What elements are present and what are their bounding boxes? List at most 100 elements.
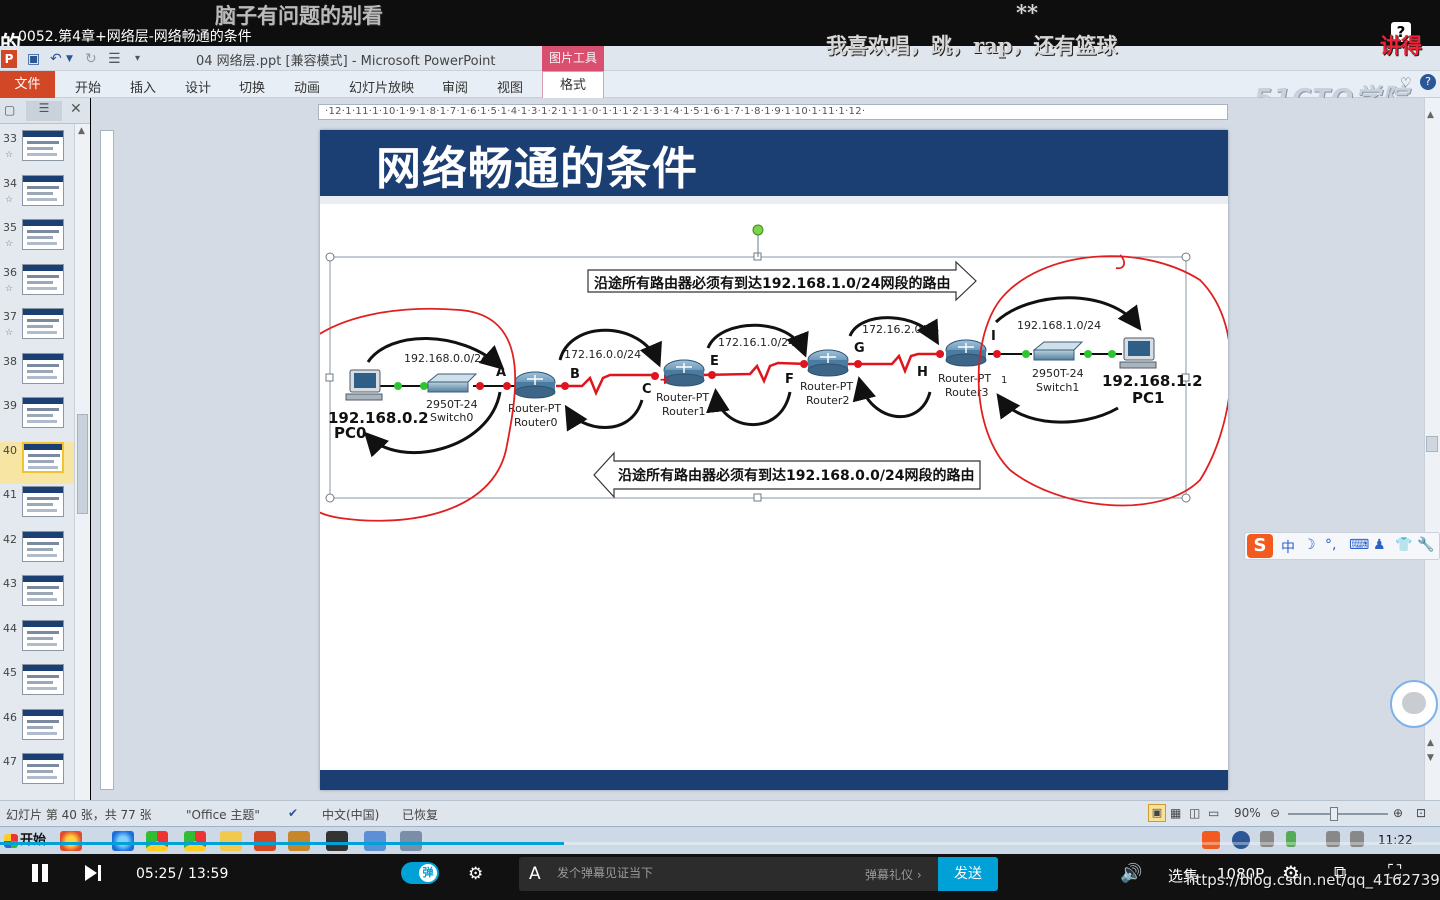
slide-thumbnail[interactable]: 45 [0,664,74,706]
help-tray-icon[interactable] [1232,831,1250,849]
tab-transitions[interactable]: 切换 [239,77,265,96]
scroll-up-icon[interactable]: ▲ [1427,110,1434,120]
customize-toolbar-icon[interactable]: ▾ [135,53,140,64]
danmaku-input[interactable] [557,866,847,880]
undo-icon[interactable]: ↶ [50,51,62,67]
port-dot [708,371,716,379]
slide-number: 38 [3,354,17,368]
slide-thumbnail[interactable]: 40 [0,441,74,484]
fit-window-icon[interactable]: ⊡ [1416,806,1426,820]
pc0-name: PC0 [334,424,366,442]
slide-thumbnail-panel: ▢ ☰ ✕ 33 ☆ 34 ☆ 35 ☆ 36 ☆ 37 ☆ 38 39 40 41 42 43 44 45 46 4… [0,98,90,800]
zoom-out-icon[interactable]: ⊖ [1270,806,1280,820]
start-button[interactable]: 开始 [2,830,52,852]
danmaku-etiquette-link[interactable]: 弹幕礼仪 › [865,866,922,883]
video-progress-bar[interactable] [0,842,1440,845]
network-diagram[interactable]: 沿途所有路由器必须有到达192.168.1.0/24网段的路由 沿途所有路由器必… [320,130,1228,770]
tab-format[interactable]: 格式 [542,71,604,98]
prev-slide-icon[interactable]: ▲ [1427,738,1434,748]
slide-thumbnail[interactable]: 38 [0,352,74,395]
redo-icon[interactable]: ↻ [85,51,97,67]
pause-button[interactable] [30,862,50,884]
slide-thumbnail[interactable]: 33 ☆ [0,130,74,172]
tab-slideshow[interactable]: 幻灯片放映 [349,77,414,96]
wrench-icon[interactable]: 🔧 [1417,537,1434,553]
tab-animations[interactable]: 动画 [294,77,320,96]
tab-review[interactable]: 审阅 [442,77,468,96]
next-slide-icon[interactable]: ▼ [1427,753,1434,763]
user-icon[interactable]: ♟ [1373,537,1386,553]
scrollbar-thumb[interactable] [1426,436,1438,452]
cursor-cross: + [659,372,671,388]
scroll-up-icon[interactable]: ▲ [78,126,85,136]
slide-thumbnail[interactable]: 46 [0,708,74,751]
slide-thumbnail[interactable]: 37 ☆ [0,308,74,350]
normal-view-icon[interactable]: ▣ [1148,804,1166,822]
chrome-icon[interactable] [146,831,168,851]
powerpoint-taskbar-icon[interactable] [254,831,276,851]
monitor-icon[interactable] [364,831,386,851]
ime-chinese-mode[interactable]: 中 [1281,537,1295,557]
chrome-icon[interactable] [184,831,206,851]
danmaku-style-icon[interactable]: A [529,864,541,884]
slide-thumbnail[interactable]: 44 [0,619,74,662]
ie-icon[interactable] [112,831,134,851]
punctuation-icon[interactable]: °, [1325,537,1336,553]
tab-home[interactable]: 开始 [75,77,101,96]
taskbar-app-icon[interactable] [288,831,310,851]
thumbnail-scrollbar[interactable]: ▲ [74,124,90,800]
theme-name[interactable]: "Office 主题" [186,806,260,823]
skin-icon[interactable]: 👕 [1395,537,1412,553]
slides-tab-icon[interactable]: ▢ [4,103,15,117]
keyboard-icon[interactable]: ⌨ [1349,537,1369,553]
network-tool-icon[interactable] [400,831,422,851]
language[interactable]: 中文(中国) [322,806,379,823]
save-icon[interactable]: ▣ [27,51,40,67]
slide-thumbnail-image [22,263,64,295]
slide-canvas[interactable]: 网络畅通的条件 沿途所有路由器必须有到达192.168.1.0/24网段的路由 … [320,130,1228,790]
sogou-tray-icon[interactable] [1202,831,1220,849]
zoom-slider-thumb[interactable] [1330,807,1338,821]
assistant-robot-icon[interactable] [1390,680,1438,728]
slide-thumbnail[interactable]: 39 [0,397,74,439]
slide-thumbnail[interactable]: 43 [0,575,74,617]
ribbon-minimize-icon[interactable]: ♡ [1400,76,1412,91]
volume-icon[interactable]: 🔊 [1120,863,1142,884]
reading-view-icon[interactable]: ◫ [1189,806,1200,820]
slideshow-view-icon[interactable]: ▭ [1208,806,1219,820]
slide-thumbnail[interactable]: 47 [0,753,74,795]
zoom-slider[interactable] [1288,807,1388,821]
undo-dropdown-icon[interactable]: ▼ [66,54,73,64]
tab-view[interactable]: 视图 [497,77,523,96]
moon-icon[interactable]: ☽ [1303,537,1316,553]
danmaku-toggle[interactable]: 弹 [401,862,439,884]
powerpoint-logo-icon: P [1,50,17,68]
tab-design[interactable]: 设计 [185,77,211,96]
spellcheck-icon[interactable]: ✔ [288,806,298,820]
tab-file[interactable]: 文件 [0,71,55,98]
slide-thumbnail[interactable]: 35 ☆ [0,219,74,261]
port-dot [1108,350,1116,358]
send-danmaku-button[interactable]: 发送 [938,857,998,891]
slide-thumbnail[interactable]: 42 [0,530,74,573]
help-button-icon[interactable]: ? [1420,74,1436,90]
zoom-in-icon[interactable]: ⊕ [1393,806,1403,820]
sorter-view-icon[interactable]: ▦ [1170,806,1181,820]
outline-tab-icon[interactable]: ☰ [26,101,62,121]
terminal-icon[interactable] [326,831,348,851]
close-panel-icon[interactable]: ✕ [70,101,82,117]
slide-thumbnail[interactable]: 36 ☆ [0,263,74,306]
ime-toolbar[interactable]: S 中 ☽ °, ⌨ ♟ 👕 🔧 [1244,532,1440,560]
tab-insert[interactable]: 插入 [130,77,156,96]
taskbar-app-icon[interactable] [60,831,82,851]
slide-thumbnail[interactable]: 41 [0,486,74,528]
sogou-logo-icon[interactable]: S [1247,534,1273,558]
slide-thumbnail-image [22,174,64,206]
danmaku-settings-icon[interactable]: ⚙ [468,864,492,884]
slide-thumbnail[interactable]: 34 ☆ [0,174,74,217]
scrollbar-thumb[interactable] [77,414,88,514]
folder-icon[interactable] [220,831,242,851]
format-painter-icon[interactable]: ☰ [108,51,121,67]
next-episode-button[interactable] [83,862,103,884]
zoom-level[interactable]: 90% [1234,806,1261,820]
